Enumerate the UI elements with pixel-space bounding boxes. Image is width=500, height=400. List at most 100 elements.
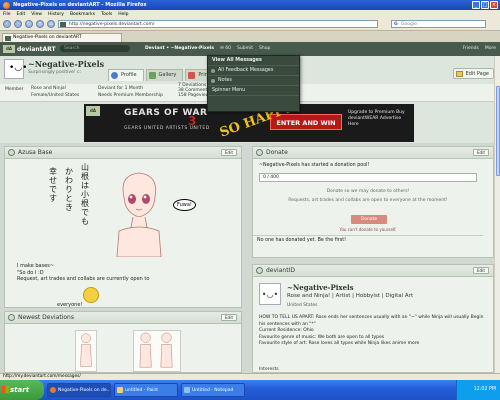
tab-strip: Negative-Pixels on deviantART [0, 32, 500, 42]
upgrade-links[interactable]: Upgrade to Premium Buy deviantWEAR Adver… [348, 110, 410, 128]
submit-link[interactable]: Submit [237, 46, 253, 51]
site-header: dA deviantART Search Deviant • ~Negative… [0, 42, 500, 56]
widget-icon [8, 149, 15, 156]
back-icon[interactable]: ‹ [3, 20, 11, 28]
url-bar[interactable]: http://negative-pixels.deviantart.com/ [58, 20, 378, 28]
site-search-input[interactable]: Search [60, 45, 130, 52]
deviantid-line-1: HOW TO TELL US APART: Rose ends her sent… [259, 315, 484, 327]
menu-edit[interactable]: Edit [17, 12, 26, 17]
search-engine-label: Google [401, 22, 417, 27]
start-label: start [10, 386, 30, 394]
deviantid-edit-button[interactable]: Edit [472, 267, 489, 274]
logo-mark: dA [3, 45, 15, 53]
taskbar-item-firefox[interactable]: Negative-Pixels on de... [47, 383, 111, 397]
system-tray-clock: 12:02 PM [456, 380, 500, 400]
minimize-icon[interactable]: _ [472, 1, 480, 9]
scrollbar-thumb[interactable] [496, 86, 500, 176]
deviantid-avatar[interactable]: •◡• [259, 283, 281, 305]
menu-file[interactable]: File [3, 12, 11, 17]
search-bar[interactable]: G Google [391, 20, 486, 28]
member-label: Member [5, 87, 24, 92]
deviantart-logo[interactable]: dA deviantART [3, 45, 56, 53]
azusa-edit-button[interactable]: Edit [220, 149, 237, 156]
paint-icon [117, 387, 123, 393]
header-links: Deviant • ~Negative-Pixels ✉ 60 Submit S… [145, 46, 270, 51]
tab-profile[interactable]: Profile [108, 69, 144, 81]
prints-icon [188, 72, 196, 79]
taskbar-item-label: Untitled - Notepad [192, 388, 234, 393]
deviantid-panel: deviantID Edit •◡• ~Negative-Pixels Rose… [252, 264, 494, 373]
home-icon[interactable]: ⌂ [47, 20, 55, 28]
tab-profile-label: Profile [121, 72, 137, 78]
taskbar-item-label: Negative-Pixels on de... [58, 388, 111, 393]
menu-help[interactable]: Help [118, 12, 128, 17]
stop-icon[interactable]: × [36, 20, 44, 28]
edit-page-button[interactable]: Edit Page [452, 68, 494, 79]
deviation-thumbnail[interactable] [133, 330, 181, 372]
forward-icon[interactable]: › [14, 20, 22, 28]
site-favicon [60, 22, 66, 27]
jp-text-col1: 山根は小根でも [81, 163, 89, 226]
messages-dropdown-menu: View All Messages All Feedback Messages … [207, 55, 300, 112]
menu-view[interactable]: View [31, 12, 42, 17]
widget-icon [256, 267, 263, 274]
start-button[interactable]: start [0, 380, 44, 400]
url-text: http://negative-pixels.deviantart.com/ [69, 22, 155, 27]
close-icon[interactable]: × [490, 1, 498, 9]
profile-tabs: Profile Gallery Prints [108, 69, 220, 81]
tab-gallery[interactable]: Gallery [145, 69, 184, 81]
no-donations-message: No one has donated yet. Be the first! [253, 235, 483, 245]
azusa-line-3: Request, art trades and collabs are curr… [17, 276, 150, 282]
deviantid-panel-header: deviantID Edit [253, 265, 493, 277]
tab-favicon [5, 36, 11, 41]
thumbnail-figures [139, 332, 173, 368]
friends-link[interactable]: Friends [463, 46, 479, 51]
user-menu[interactable]: Deviant • ~Negative-Pixels [145, 46, 214, 51]
ad-tagline: GEARS UNITED ARTISTS UNITED [124, 126, 210, 131]
azusa-description: I make bases~ "So do I :D Request, art t… [17, 263, 197, 283]
menu-all-feedback-messages[interactable]: All Feedback Messages [208, 66, 299, 76]
reload-icon[interactable]: ↻ [25, 20, 33, 28]
windows-logo-icon [2, 386, 9, 393]
deviant-for: Deviant for 1 Month [98, 86, 143, 91]
gender-location: Female/United States [31, 93, 80, 98]
jp-text-col2: かわりとき [65, 167, 73, 212]
deviantid-name: ~Negative-Pixels [287, 283, 354, 292]
menu-spinner[interactable]: Spinner Menu [208, 86, 299, 96]
menu-history[interactable]: History [48, 12, 64, 17]
window-controls: _ □ × [472, 1, 498, 9]
avatar-face-icon: •◡• [9, 63, 28, 73]
messages-button[interactable]: ✉ 60 [220, 46, 231, 51]
menu-tools[interactable]: Tools [101, 12, 112, 17]
menu-bookmarks[interactable]: Bookmarks [70, 12, 95, 17]
browser-tab[interactable]: Negative-Pixels on deviantART [2, 33, 122, 42]
anime-base-drawing[interactable] [109, 167, 169, 257]
interests-toggle[interactable]: Interests [259, 367, 279, 372]
donate-edit-button[interactable]: Edit [472, 149, 489, 156]
notes-icon [211, 79, 215, 83]
deviantid-location: United States [287, 303, 318, 308]
newest-deviations-panel: Newest Deviations Edit [4, 311, 242, 373]
donation-pool-started: ~Negative-Pixels has started a donation … [259, 163, 370, 168]
maximize-icon[interactable]: □ [481, 1, 489, 9]
donate-panel-body: ~Negative-Pixels has started a donation … [253, 159, 493, 257]
deviation-thumbnail[interactable] [75, 330, 97, 372]
avatar[interactable]: •◡• [4, 59, 28, 79]
azusa-panel-title: Azusa Base [18, 149, 53, 156]
menu-notes[interactable]: Notes [208, 76, 299, 86]
donate-message-2: Requests, art trades and collabs are ope… [288, 198, 448, 203]
shop-link[interactable]: Shop [259, 46, 270, 51]
taskbar-item-paint[interactable]: untitled - Paint [114, 383, 178, 397]
newest-edit-button[interactable]: Edit [220, 314, 237, 321]
taskbar-item-notepad[interactable]: Untitled - Notepad [181, 383, 245, 397]
page-scrollbar[interactable] [494, 56, 500, 373]
donate-button[interactable]: Donate [351, 215, 387, 224]
menu-view-all-messages[interactable]: View All Messages [208, 56, 299, 66]
azusa-line-4: everyone! [57, 302, 83, 308]
more-link[interactable]: More [485, 46, 496, 51]
browser-status-bar: http://my.deviantart.com/messages/ [0, 373, 500, 380]
donation-progress-text: 0 / 400 [263, 175, 279, 180]
profile-subtitle: Surprisingly positive! c: [28, 70, 82, 75]
profile-name[interactable]: ~Negative-Pixels [28, 59, 104, 69]
azusa-base-panel: Azusa Base Edit 幸せです かわりとき 山根は小根でも Fuwa!… [4, 146, 242, 308]
